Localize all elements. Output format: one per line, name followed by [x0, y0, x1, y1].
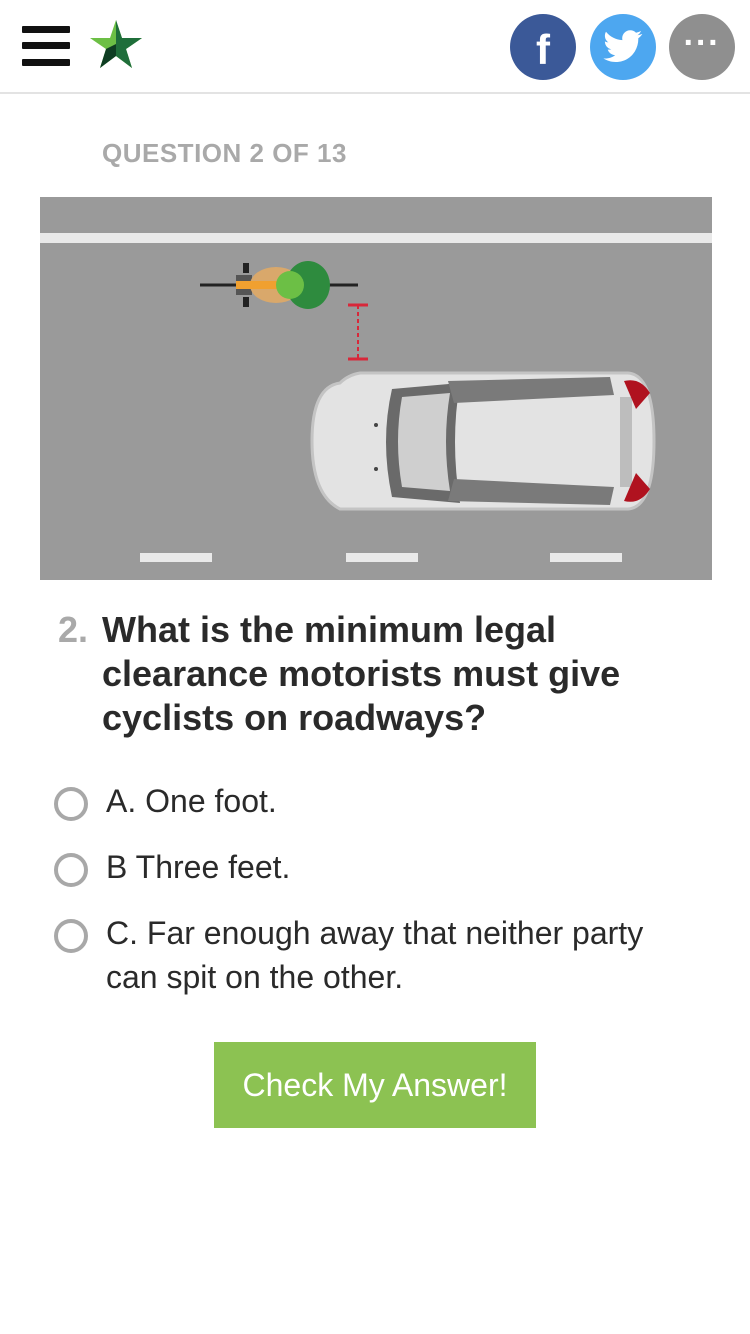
radio-button-icon[interactable]: [54, 919, 88, 953]
radio-button-icon[interactable]: [54, 787, 88, 821]
question-number: 2.: [58, 609, 89, 650]
road-car-cyclist-illustration: [40, 197, 712, 580]
answer-option-label: A. One foot.: [106, 783, 277, 819]
twitter-bird-icon: [603, 30, 643, 62]
question-text: What is the minimum legal clearance moto…: [102, 609, 621, 738]
answer-option-label: C. Far enough away that neither party ca…: [106, 915, 644, 995]
star-logo-icon[interactable]: [88, 18, 144, 72]
facebook-icon: f: [536, 26, 550, 73]
facebook-share-button[interactable]: f: [510, 14, 576, 80]
check-answer-button[interactable]: Check My Answer!: [214, 1042, 536, 1128]
top-bar: f ···: [0, 0, 750, 94]
answer-option-label: B Three feet.: [106, 849, 291, 885]
hamburger-menu-icon[interactable]: [22, 26, 70, 66]
car-icon: [310, 371, 656, 511]
more-share-button[interactable]: ···: [669, 14, 735, 80]
question-progress-label: QUESTION 2 OF 13: [102, 138, 347, 168]
radio-button-icon[interactable]: [54, 853, 88, 887]
twitter-share-button[interactable]: [590, 14, 656, 80]
more-dots-icon: ···: [683, 24, 721, 62]
